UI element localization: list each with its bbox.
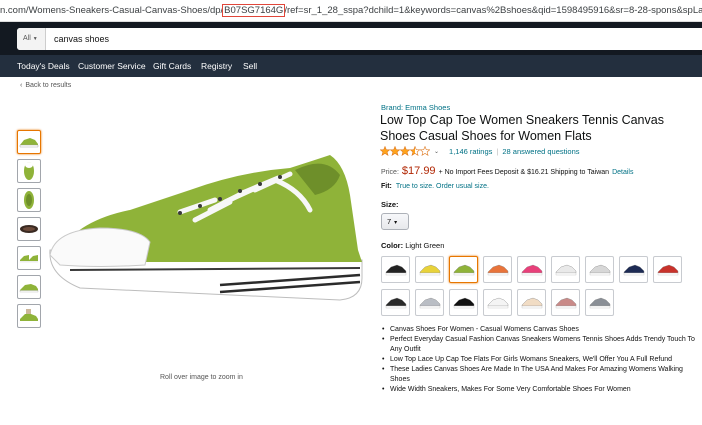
search-category-dropdown[interactable]: All ▼: [17, 28, 46, 50]
zoom-hint: Roll over image to zoom in: [160, 374, 243, 381]
color-swatch-12[interactable]: [449, 289, 478, 316]
price-label: Price:: [381, 169, 399, 176]
shoe-icon: [487, 297, 508, 309]
thumbnail-1[interactable]: [17, 130, 41, 154]
shoe-icon: [555, 297, 576, 309]
shoe-icon: [623, 264, 644, 276]
color-value: Light Green: [405, 241, 445, 250]
separator: |: [496, 146, 499, 156]
size-label: Size:: [381, 200, 399, 209]
feature-bullet: Wide Width Sneakers, Makes For Some Very…: [380, 385, 702, 395]
size-select[interactable]: 7 ▾: [381, 213, 409, 230]
color-swatch-14[interactable]: [517, 289, 546, 316]
rating-row: ⌄ 1,146 ratings | 28 answered questions: [380, 145, 580, 157]
price-row: Price: $17.99 + No Import Fees Deposit &…: [381, 165, 633, 177]
back-to-results-link[interactable]: ‹ Back to results: [20, 82, 71, 89]
url-prefix: n.com/Womens-Sneakers-Casual-Canvas-Shoe…: [0, 5, 224, 16]
shoe-icon: [589, 264, 610, 276]
thumbnail-2[interactable]: [17, 159, 41, 183]
thumbnail-4[interactable]: [17, 217, 41, 241]
fit-value-link[interactable]: True to size. Order usual size.: [396, 183, 489, 190]
color-row: Color: Light Green: [381, 241, 444, 250]
nav-item-customer-service[interactable]: Customer Service: [78, 55, 146, 77]
search-bar[interactable]: All ▼ canvas shoes: [17, 28, 702, 50]
thumbnail-3[interactable]: [17, 188, 41, 212]
url-suffix: /ref=sr_1_28_sspa?dchild=1&keywords=canv…: [284, 5, 702, 16]
color-swatch-16[interactable]: [585, 289, 614, 316]
color-swatch-10[interactable]: [381, 289, 410, 316]
shoe-icon: [453, 264, 474, 276]
search-category-label: All: [23, 35, 31, 42]
feature-bullets: Canvas Shoes For Women - Casual Womens C…: [380, 325, 702, 395]
shoe-side-icon: [19, 284, 39, 293]
nav-bar: Today's Deals Customer Service Gift Card…: [0, 55, 702, 77]
shoe-icon: [385, 297, 406, 309]
chevron-left-icon: ‹: [20, 82, 23, 89]
shoe-icon: [453, 297, 474, 309]
back-to-results-label: Back to results: [25, 82, 72, 89]
chevron-down-icon[interactable]: ⌄: [434, 148, 439, 155]
shoe-icon: [521, 297, 542, 309]
thumbnail-7[interactable]: [17, 304, 41, 328]
shoe-pair-icon: [20, 255, 38, 263]
color-swatch-8[interactable]: [619, 256, 648, 283]
size-value: 7: [387, 217, 392, 226]
shoe-sole-bottom-icon: [20, 225, 38, 233]
color-swatch-5[interactable]: [517, 256, 546, 283]
thumbnail-6[interactable]: [17, 275, 41, 299]
star-rating[interactable]: [380, 146, 430, 156]
feature-bullet: These Ladies Canvas Shoes Are Made In Th…: [380, 365, 702, 385]
nav-item-registry[interactable]: Registry: [201, 55, 232, 77]
feature-bullet: Perfect Everyday Casual Fashion Canvas S…: [380, 335, 702, 355]
search-input[interactable]: canvas shoes: [54, 28, 109, 50]
color-swatch-11[interactable]: [415, 289, 444, 316]
shoe-side-icon: [19, 138, 39, 148]
amazon-header: All ▼ canvas shoes: [0, 22, 702, 55]
main-product-image[interactable]: [40, 150, 365, 320]
ratings-count-link[interactable]: 1,146 ratings: [449, 147, 492, 156]
nav-item-sell[interactable]: Sell: [243, 55, 257, 77]
color-label: Color:: [381, 241, 404, 250]
chevron-down-icon: ▾: [394, 220, 398, 226]
color-swatch-7[interactable]: [585, 256, 614, 283]
fit-label: Fit:: [381, 183, 392, 190]
shoe-icon: [385, 264, 406, 276]
stars-icon: [380, 146, 430, 156]
shoe-icon: [521, 264, 542, 276]
shipping-details-link[interactable]: Details: [612, 169, 633, 176]
feature-bullet: Low Top Lace Up Cap Toe Flats For Girls …: [380, 355, 702, 365]
address-bar[interactable]: n.com/Womens-Sneakers-Casual-Canvas-Shoe…: [0, 0, 702, 22]
shoe-icon: [419, 297, 440, 309]
color-swatch-9[interactable]: [653, 256, 682, 283]
feature-bullet: Canvas Shoes For Women - Casual Womens C…: [380, 325, 702, 335]
chevron-down-icon: ▼: [32, 36, 38, 42]
shoe-icon: [589, 297, 610, 309]
fit-row: Fit: True to size. Order usual size.: [381, 183, 489, 190]
answered-questions-link[interactable]: 28 answered questions: [502, 147, 579, 156]
color-swatch-6[interactable]: [551, 256, 580, 283]
nav-item-todays-deals[interactable]: Today's Deals: [17, 55, 70, 77]
shoe-worn-icon: [20, 309, 38, 321]
shoe-icon: [555, 264, 576, 276]
color-swatch-13[interactable]: [483, 289, 512, 316]
color-swatch-2[interactable]: [415, 256, 444, 283]
color-swatch-3[interactable]: [449, 256, 478, 283]
url-asin-highlight: B07SG7164G: [222, 4, 286, 17]
color-swatch-15[interactable]: [551, 289, 580, 316]
color-swatch-1[interactable]: [381, 256, 410, 283]
color-swatch-4[interactable]: [483, 256, 512, 283]
product-title: Low Top Cap Toe Women Sneakers Tennis Ca…: [380, 113, 664, 143]
price-value: $17.99: [401, 165, 436, 177]
shoe-icon: [419, 264, 440, 276]
shipping-note: + No Import Fees Deposit & $16.21 Shippi…: [438, 169, 610, 176]
shoe-sole-icon: [24, 191, 34, 209]
thumbnail-5[interactable]: [17, 246, 41, 270]
brand-link[interactable]: Brand: Emma Shoes: [381, 103, 450, 112]
shoe-top-icon: [24, 162, 34, 180]
shoe-icon: [657, 264, 678, 276]
nav-item-gift-cards[interactable]: Gift Cards: [153, 55, 191, 77]
shoe-icon: [487, 264, 508, 276]
